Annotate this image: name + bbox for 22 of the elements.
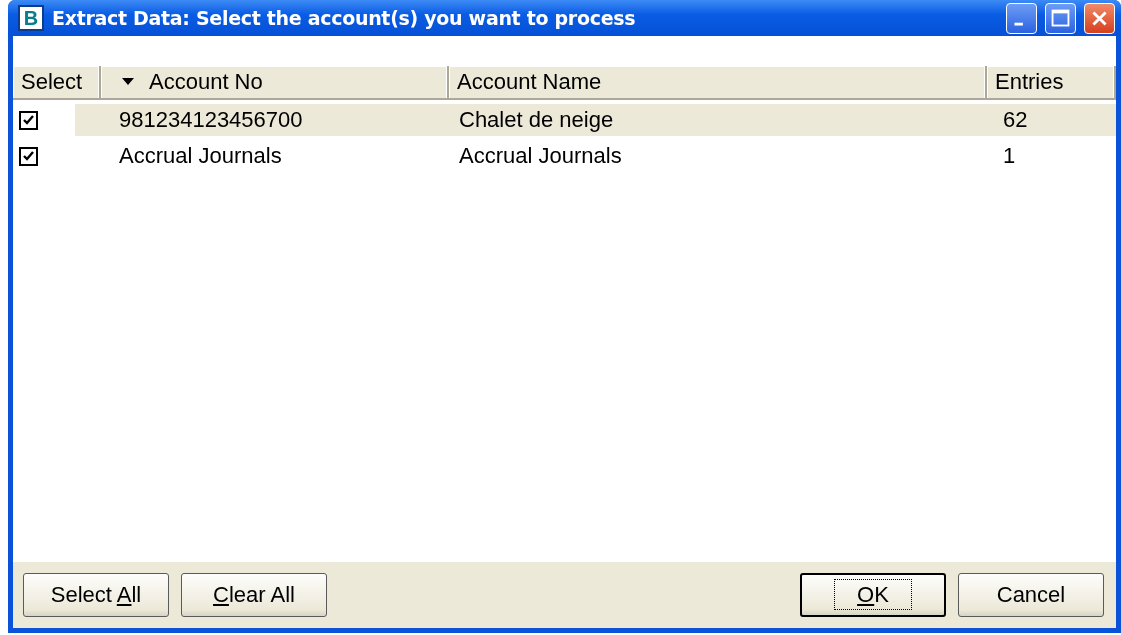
dialog-button[interactable]: Cancel [958, 573, 1104, 617]
table-cell-text: 1 [1002, 142, 1017, 170]
app-icon: B [18, 5, 44, 31]
table-cell-text: Accrual Journals [458, 142, 623, 170]
maximize-button[interactable] [1045, 2, 1076, 34]
dialog-button[interactable]: Clear All [181, 573, 327, 617]
checkbox[interactable] [19, 146, 38, 166]
dialog-button[interactable]: Select All [23, 573, 169, 617]
table-cell: 981234123456700 [101, 104, 449, 136]
sort-descending-icon [121, 78, 135, 86]
column-header[interactable]: Entries [987, 66, 1116, 100]
table-cell-text: Accrual Journals [118, 142, 283, 170]
dialog-button[interactable]: OK [800, 573, 946, 617]
column-header[interactable]: Account No [101, 66, 449, 100]
checkbox[interactable] [19, 110, 38, 130]
close-button[interactable] [1084, 2, 1115, 34]
column-header[interactable]: Account Name [449, 66, 987, 100]
table-cell: Chalet de neige [449, 104, 987, 136]
table-cell: 62 [987, 104, 1116, 136]
window-title: Extract Data: Select the account(s) you want to process [52, 7, 637, 29]
minimize-button[interactable] [1006, 2, 1037, 34]
column-header[interactable]: Select [13, 66, 101, 100]
